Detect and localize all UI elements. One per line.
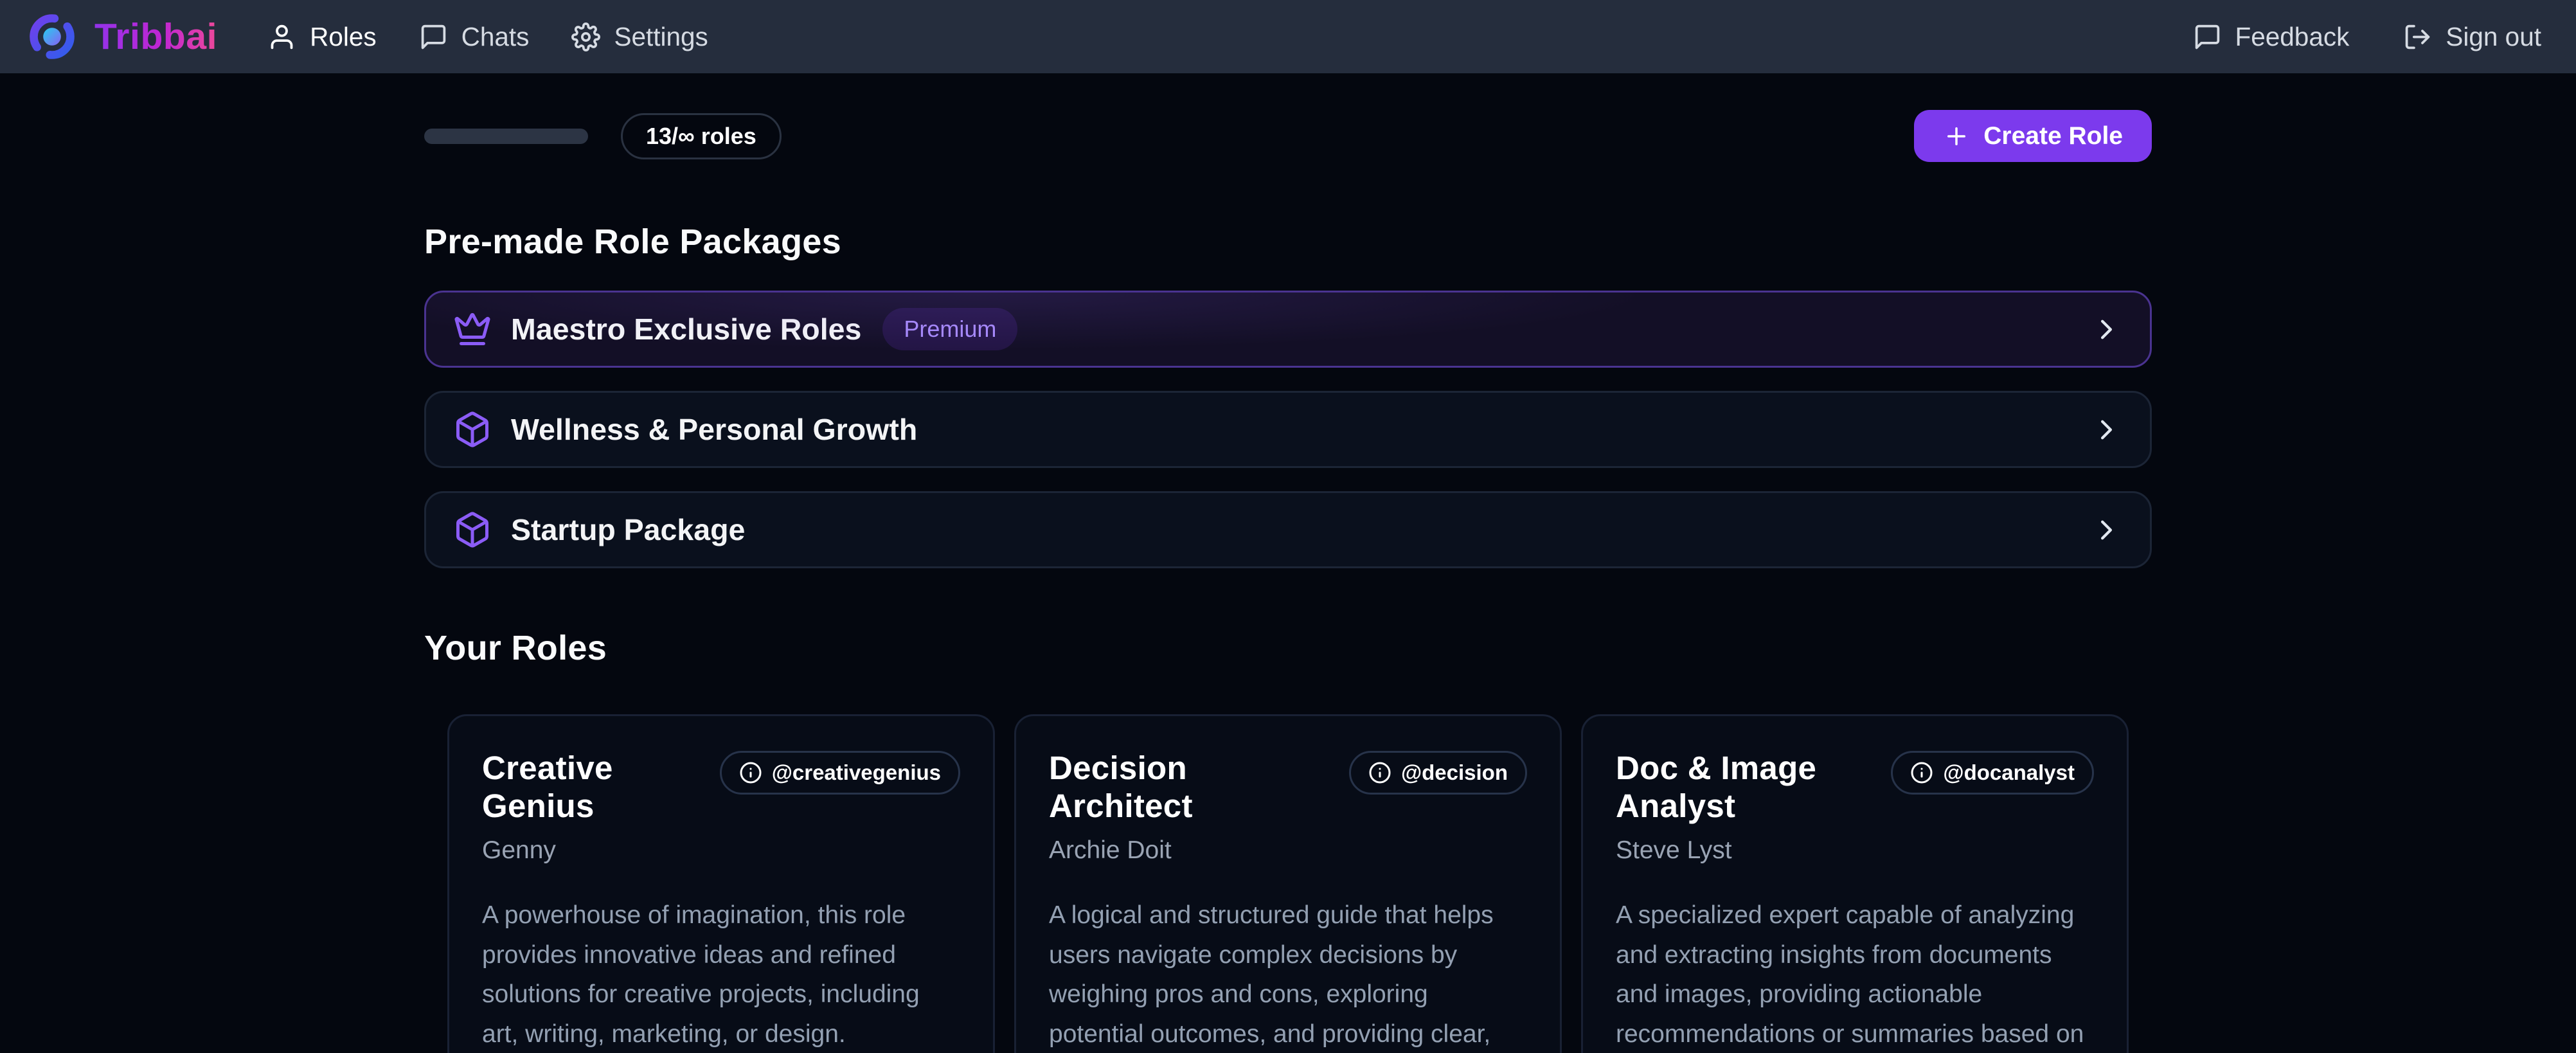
nav-right: Feedback Sign out — [2193, 22, 2542, 52]
role-handle-badge[interactable]: @creativegenius — [720, 751, 960, 795]
brand-logo[interactable]: Tribbai — [27, 12, 217, 62]
card-header: Creative Genius @creativegenius — [482, 749, 960, 825]
feedback-button[interactable]: Feedback — [2193, 22, 2350, 52]
chevron-right-icon — [2090, 313, 2123, 346]
role-title: Creative Genius — [482, 749, 704, 825]
info-icon — [739, 761, 762, 784]
role-card-grid: Creative Genius @creativegenius Genny A … — [424, 714, 2152, 1053]
package-row-maestro[interactable]: Maestro Exclusive Roles Premium — [424, 291, 2152, 368]
package-row-wellness[interactable]: Wellness & Personal Growth — [424, 391, 2152, 468]
chevron-right-icon — [2090, 413, 2123, 446]
package-label: Wellness & Personal Growth — [511, 412, 917, 447]
chat-bubble-icon — [419, 22, 448, 51]
role-card-decision-architect[interactable]: Decision Architect @decision Archie Doit… — [1014, 714, 1562, 1053]
roles-count-badge: 13/∞ roles — [621, 113, 782, 159]
role-card-creative-genius[interactable]: Creative Genius @creativegenius Genny A … — [447, 714, 995, 1053]
primary-nav: Roles Chats Settings — [267, 22, 708, 52]
card-header: Doc & Image Analyst @docanalyst — [1616, 749, 2094, 825]
role-subtitle: Archie Doit — [1049, 836, 1527, 865]
role-card-doc-image-analyst[interactable]: Doc & Image Analyst @docanalyst Steve Ly… — [1581, 714, 2129, 1053]
role-handle-badge[interactable]: @decision — [1349, 751, 1527, 795]
card-header: Decision Architect @decision — [1049, 749, 1527, 825]
role-description: A specialized expert capable of analyzin… — [1616, 896, 2094, 1053]
your-roles-section-title: Your Roles — [424, 628, 2152, 668]
nav-item-label: Chats — [461, 22, 530, 52]
roles-toolbar: 13/∞ roles Create Role — [424, 110, 2152, 162]
create-role-button[interactable]: Create Role — [1914, 110, 2152, 162]
chevron-right-icon — [2090, 514, 2123, 546]
nav-item-label: Settings — [614, 22, 708, 52]
role-title: Decision Architect — [1049, 749, 1334, 825]
package-label: Maestro Exclusive Roles — [511, 312, 861, 346]
role-handle: @docanalyst — [1943, 760, 2075, 785]
role-subtitle: Steve Lyst — [1616, 836, 2094, 865]
brand-name: Tribbai — [94, 15, 217, 58]
package-icon — [453, 410, 492, 449]
info-icon — [1368, 761, 1391, 784]
package-icon — [453, 510, 492, 549]
sign-out-label: Sign out — [2446, 22, 2541, 52]
package-row-startup[interactable]: Startup Package — [424, 491, 2152, 568]
gear-icon — [571, 22, 600, 51]
role-description: A logical and structured guide that help… — [1049, 896, 1527, 1053]
role-description: A powerhouse of imagination, this role p… — [482, 896, 960, 1053]
top-nav: Tribbai Roles Chats — [0, 0, 2576, 73]
create-role-label: Create Role — [1983, 122, 2123, 150]
plus-icon — [1943, 123, 1970, 150]
premium-badge: Premium — [882, 308, 1017, 350]
nav-item-roles[interactable]: Roles — [267, 22, 377, 52]
info-icon — [1910, 761, 1933, 784]
package-list: Maestro Exclusive Roles Premium Wellness — [424, 291, 2152, 568]
nav-item-chats[interactable]: Chats — [419, 22, 530, 52]
sign-out-icon — [2403, 22, 2432, 51]
packages-section-title: Pre-made Role Packages — [424, 222, 2152, 262]
roles-progress-bar — [424, 129, 588, 144]
role-handle: @creativegenius — [772, 760, 941, 785]
role-handle-badge[interactable]: @docanalyst — [1891, 751, 2094, 795]
app-root: Tribbai Roles Chats — [0, 0, 2576, 1053]
package-label: Startup Package — [511, 512, 745, 547]
sign-out-button[interactable]: Sign out — [2403, 22, 2541, 52]
role-title: Doc & Image Analyst — [1616, 749, 1875, 825]
role-handle: @decision — [1401, 760, 1508, 785]
nav-item-label: Roles — [310, 22, 377, 52]
feedback-bubble-icon — [2193, 22, 2222, 51]
feedback-label: Feedback — [2235, 22, 2350, 52]
user-icon — [267, 22, 296, 51]
role-subtitle: Genny — [482, 836, 960, 865]
nav-item-settings[interactable]: Settings — [571, 22, 708, 52]
tribbai-logo-icon — [27, 12, 77, 62]
crown-icon — [453, 310, 492, 348]
main-content: 13/∞ roles Create Role Pre-made Role Pac… — [424, 73, 2152, 1053]
